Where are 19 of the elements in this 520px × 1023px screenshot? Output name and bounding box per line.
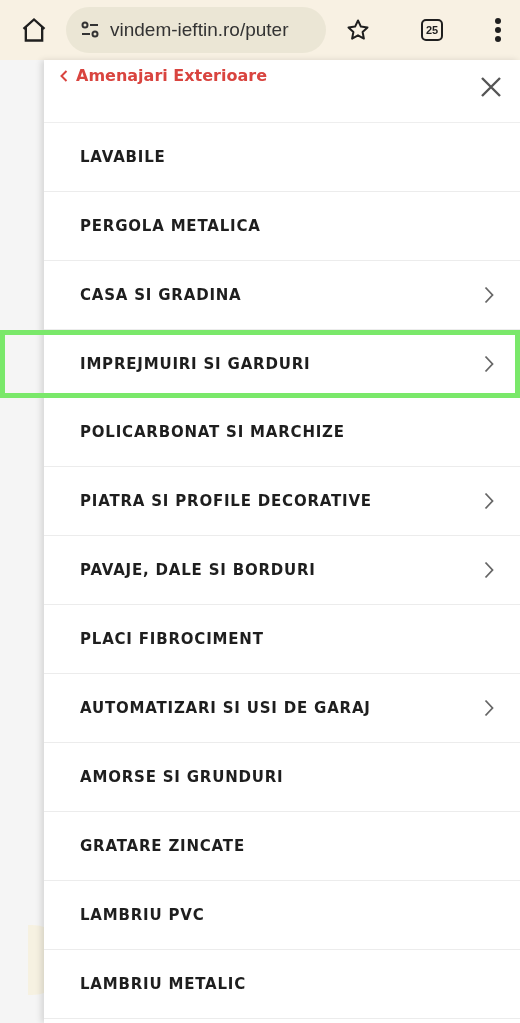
menu-item[interactable]: LAVABILE	[44, 123, 520, 192]
menu-item[interactable]: CASA SI GRADINA	[44, 261, 520, 330]
menu-item[interactable]: GRATARE ZINCATE	[44, 812, 520, 881]
menu-item[interactable]: PIATRA SI PROFILE DECORATIVE	[44, 467, 520, 536]
menu-item[interactable]: POLICARBONAT SI MARCHIZE	[44, 398, 520, 467]
back-chevron-icon	[60, 69, 68, 82]
menu-item[interactable]: IMPREJMUIRI SI GARDURI	[44, 335, 515, 393]
tab-count-button[interactable]: 25	[421, 19, 443, 41]
menu-item[interactable]: PLACI FIBROCIMENT	[44, 605, 520, 674]
menu-item[interactable]: LAMBRIU PVC	[44, 881, 520, 950]
menu-item[interactable]: PERGOLA METALICA	[44, 192, 520, 261]
menu-item[interactable]: AMORSE SI GRUNDURI	[44, 743, 520, 812]
address-bar[interactable]: vindem-ieftin.ro/puter	[66, 7, 326, 53]
tune-icon	[80, 21, 100, 39]
menu-item[interactable]: AUTOMATIZARI SI USI DE GARAJ	[44, 674, 520, 743]
menu-item[interactable]: PAVAJE, DALE SI BORDURI	[44, 536, 520, 605]
url-text: vindem-ieftin.ro/puter	[110, 19, 289, 41]
back-link[interactable]: Amenajari Exterioare	[60, 60, 267, 85]
menu-item[interactable]: LAMBRIU METALIC	[44, 950, 520, 1019]
